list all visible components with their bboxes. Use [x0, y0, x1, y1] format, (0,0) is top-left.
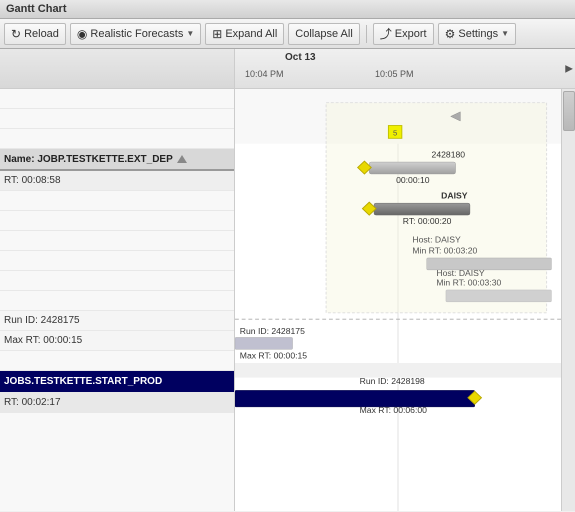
scroll-thumb[interactable]	[563, 91, 575, 131]
title-bar: Gantt Chart	[0, 0, 575, 19]
collapse-all-label: Collapse All	[295, 28, 352, 40]
run-id-2428180-label: 2428180	[432, 150, 466, 160]
expand-collapse-button[interactable]: ⊞ Expand All	[205, 23, 284, 45]
rt-00-00-20-label: RT: 00:00:20	[403, 216, 452, 226]
bottom-rt-label: RT: 00:02:17	[4, 397, 61, 408]
daisy-label: DAISY	[441, 191, 468, 201]
max-rt-2428175-label: Max RT: 00:00:15	[240, 351, 308, 361]
gantt-chart-svg: 5 2428180 00:00:10 DAISY RT: 00:00:20	[235, 89, 561, 511]
left-cell-1	[0, 89, 235, 108]
timeline-header-right: Oct 13 10:04 PM 10:05 PM ▶	[235, 49, 575, 89]
spacer-row	[0, 351, 234, 371]
row-7	[0, 211, 234, 231]
bottom-job-row: JOBS.TESTKETTE.START_PROD	[0, 371, 234, 393]
gantt-container: Name: JOBP.TESTKETTE.EXT_DEP RT: 00:08:5…	[0, 49, 575, 511]
left-cell-2	[0, 109, 235, 128]
time1-label: 10:04 PM	[245, 69, 284, 79]
row-2	[0, 109, 234, 129]
name-header-row: Name: JOBP.TESTKETTE.EXT_DEP	[0, 149, 234, 171]
name-header-text: Name: JOBP.TESTKETTE.EXT_DEP	[4, 154, 173, 165]
reload-label: Reload	[24, 28, 59, 40]
left-cell-bottom-rt: RT: 00:02:17	[0, 393, 235, 412]
run-id-2428198-label: Run ID: 2428198	[360, 376, 425, 386]
row-6	[0, 191, 234, 211]
run-id-row: Run ID: 2428175	[0, 311, 234, 331]
row-1	[0, 89, 234, 109]
reload-button[interactable]: ↻ Reload	[4, 23, 66, 45]
row-3	[0, 129, 234, 149]
settings-icon: ⚙	[445, 27, 456, 41]
date-label: Oct 13	[285, 52, 316, 63]
settings-label: Settings	[458, 28, 498, 40]
min-rt-2-label: Min RT: 00:03:30	[436, 278, 501, 288]
realistic-forecasts-label: Realistic Forecasts	[90, 28, 183, 40]
left-cell-bottom-job: JOBS.TESTKETTE.START_PROD	[0, 371, 235, 392]
row-8	[0, 231, 234, 251]
timeline-header-left	[0, 49, 234, 89]
svg-text:5: 5	[393, 129, 397, 138]
row-9	[0, 251, 234, 271]
left-cell-max-rt: Max RT: 00:00:15	[0, 331, 235, 350]
realistic-forecasts-dropdown-arrow: ▼	[186, 29, 194, 38]
max-rt-row: Max RT: 00:00:15	[0, 331, 234, 351]
collapse-all-button[interactable]: Collapse All	[288, 23, 359, 45]
bottom-rt-row: RT: 00:02:17	[0, 393, 234, 413]
title-text: Gantt Chart	[6, 3, 67, 15]
export-button[interactable]: ⤴ Export	[373, 23, 434, 45]
run-id-2428175-label: Run ID: 2428175	[240, 326, 305, 336]
right-panel[interactable]: Oct 13 10:04 PM 10:05 PM ▶ 5	[235, 49, 575, 511]
row-11	[0, 291, 234, 311]
toolbar: ↻ Reload ◉ Realistic Forecasts ▼ ⊞ Expan…	[0, 19, 575, 49]
time2-label: 10:05 PM	[375, 69, 414, 79]
time-00-00-10-label: 00:00:10	[396, 175, 430, 185]
bottom-job-label: JOBS.TESTKETTE.START_PROD	[4, 376, 162, 387]
settings-button[interactable]: ⚙ Settings ▼	[438, 23, 516, 45]
sort-triangle-icon	[177, 155, 187, 163]
left-cell-3	[0, 129, 235, 148]
run-id-label: Run ID: 2428175	[4, 315, 80, 326]
settings-dropdown-arrow: ▼	[501, 29, 509, 38]
left-cell-run-id: Run ID: 2428175	[0, 311, 235, 330]
rt-label: RT: 00:08:58	[4, 175, 61, 186]
max-rt-label: Max RT: 00:00:15	[4, 335, 82, 346]
min-rt-1-label: Min RT: 00:03:20	[412, 246, 477, 256]
reload-icon: ↻	[11, 27, 21, 41]
export-label: Export	[395, 28, 427, 40]
left-panel: Name: JOBP.TESTKETTE.EXT_DEP RT: 00:08:5…	[0, 49, 235, 511]
realistic-forecasts-button[interactable]: ◉ Realistic Forecasts ▼	[70, 23, 201, 45]
expand-icon: ⊞	[212, 27, 222, 41]
row-10	[0, 271, 234, 291]
vertical-scrollbar[interactable]	[561, 89, 575, 511]
timeline-right-arrow-icon[interactable]: ▶	[565, 63, 573, 74]
host-daisy-1-label: Host: DAISY	[412, 235, 461, 245]
export-icon: ⤴	[380, 25, 392, 42]
expand-all-label: Expand All	[225, 28, 277, 40]
rt-row: RT: 00:08:58	[0, 171, 234, 191]
realistic-forecasts-icon: ◉	[77, 27, 87, 41]
left-cell-rt: RT: 00:08:58	[0, 171, 235, 190]
separator-1	[366, 25, 367, 43]
